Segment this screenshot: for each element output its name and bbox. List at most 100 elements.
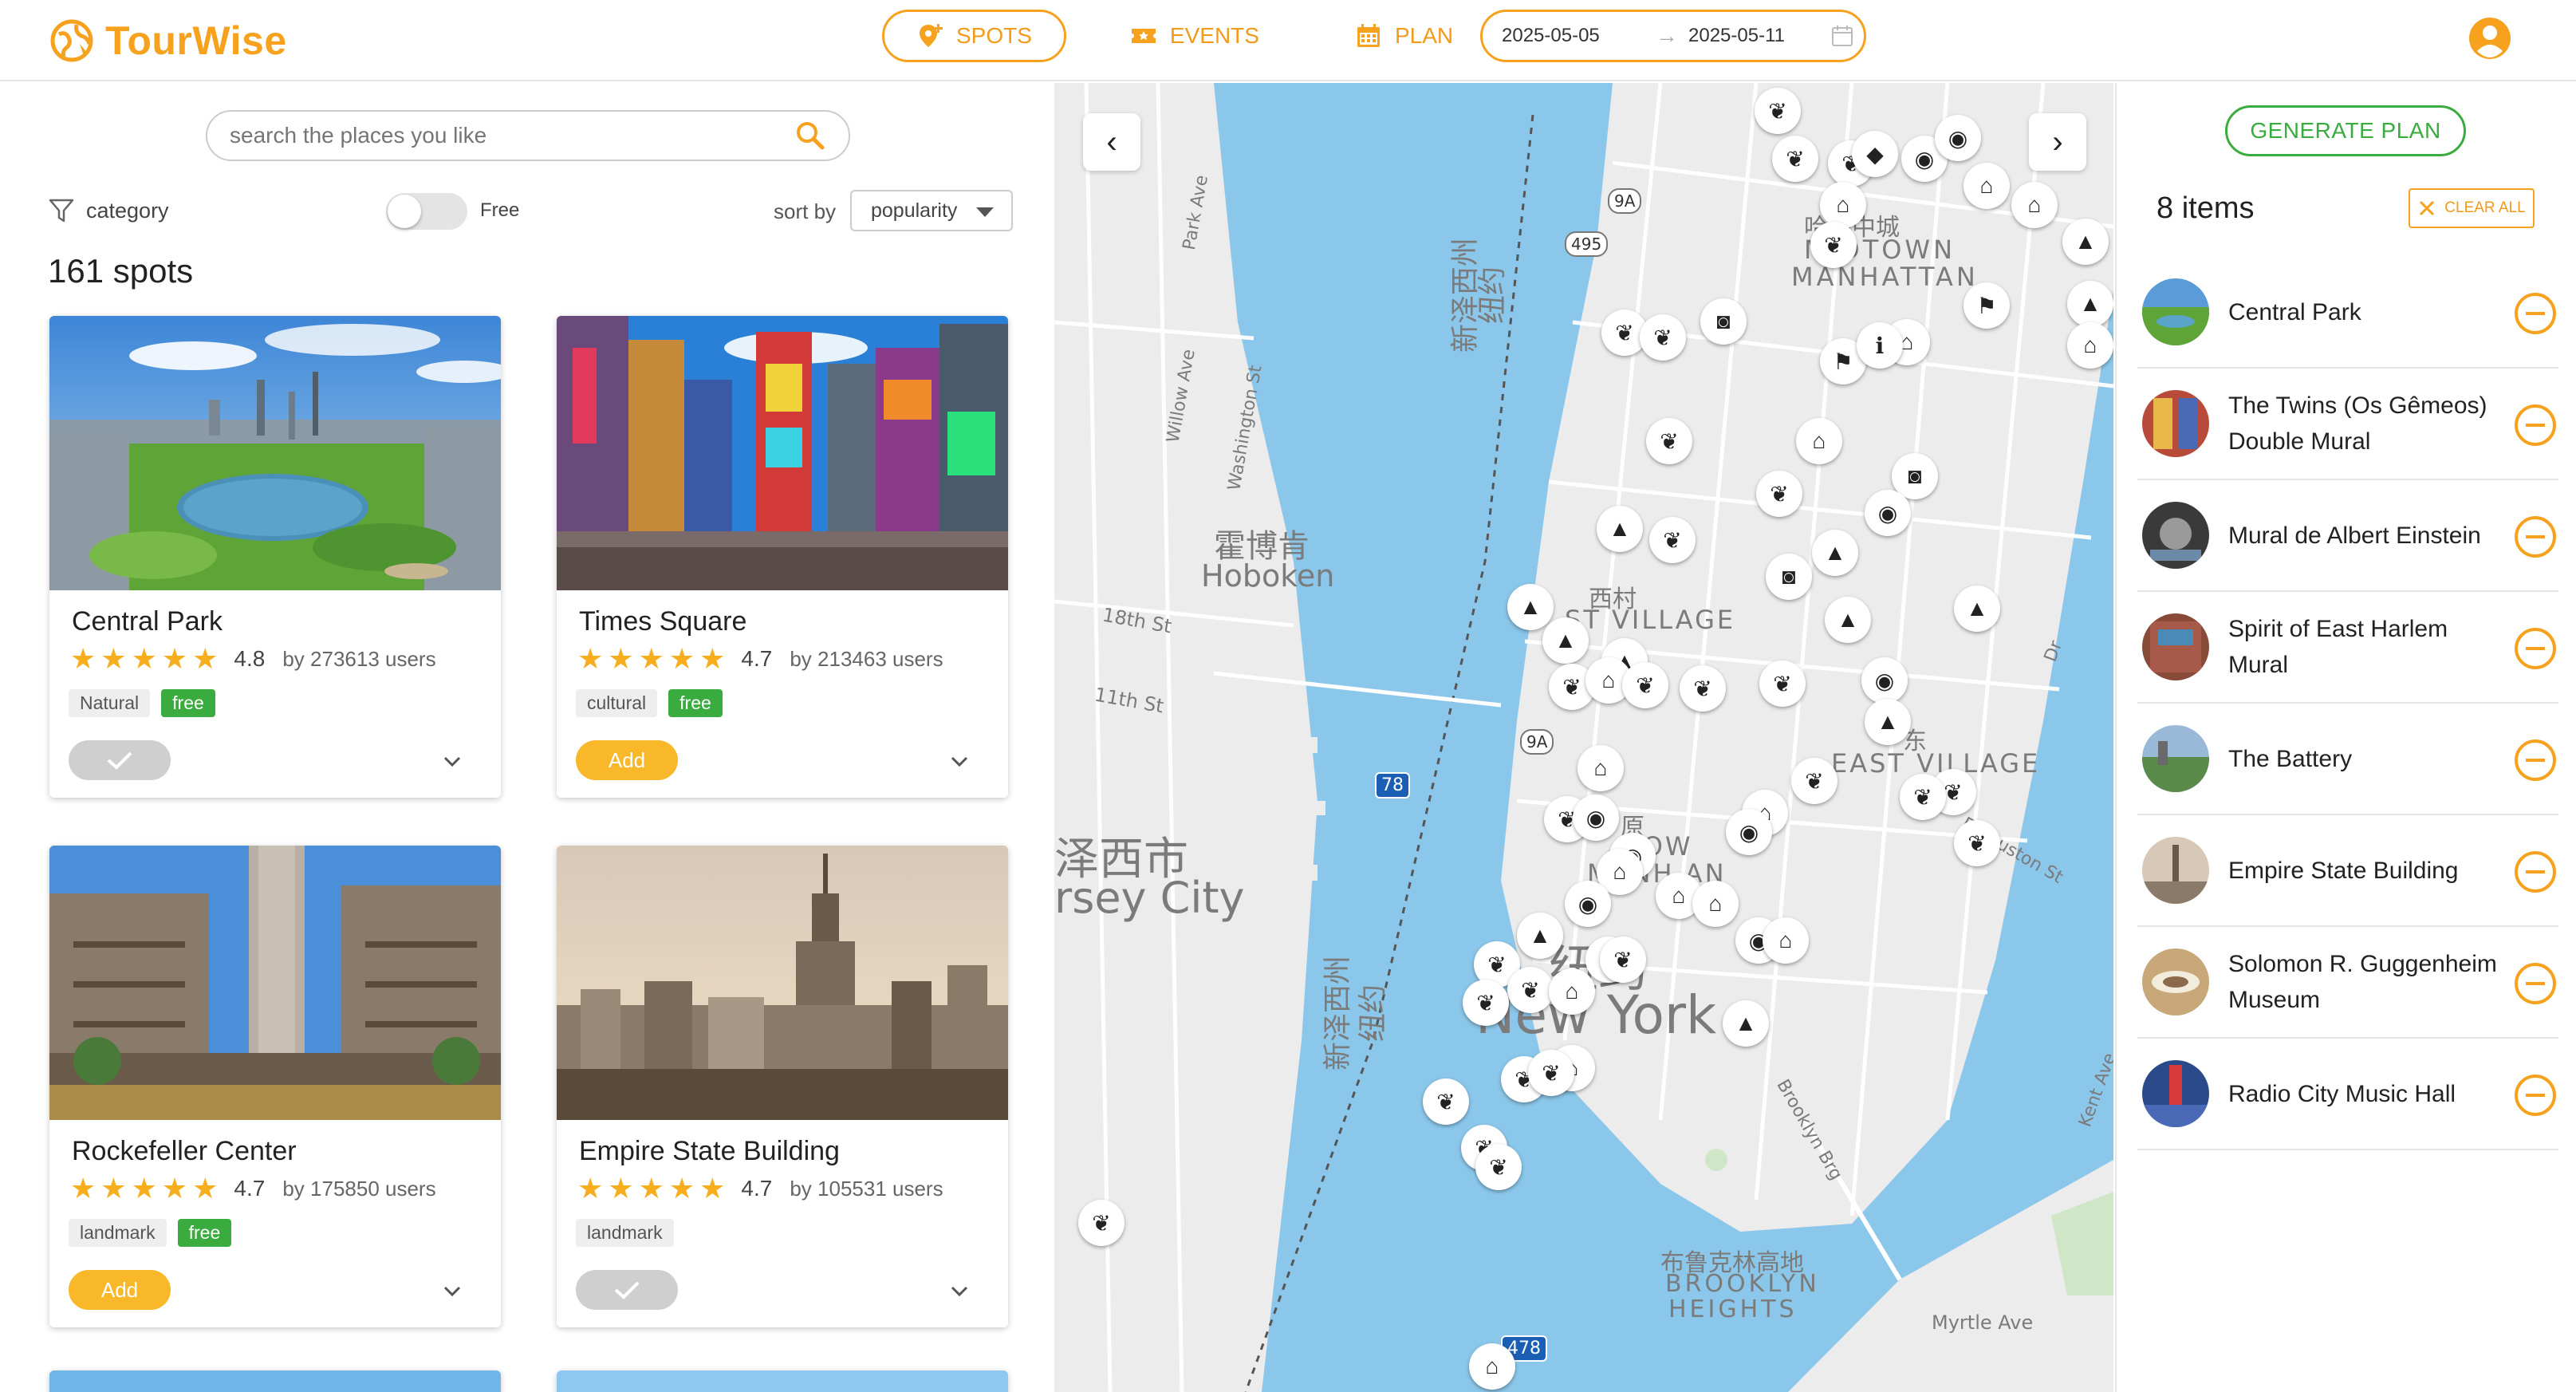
map-prev-button[interactable]: ‹	[1083, 113, 1140, 171]
map-marker-museum-icon[interactable]: ⌂	[1796, 418, 1842, 464]
search-icon[interactable]	[794, 120, 826, 152]
generate-plan-button[interactable]: GENERATE PLAN	[2225, 105, 2466, 156]
clear-all-button[interactable]: CLEAR ALL	[2409, 188, 2535, 228]
user-avatar-icon[interactable]	[2468, 16, 2512, 61]
map-marker-art-icon[interactable]: ❦	[1646, 418, 1692, 464]
map-marker-art-icon[interactable]: ❦	[1900, 774, 1946, 820]
tab-events[interactable]: EVENTS	[1098, 10, 1291, 62]
tab-spots[interactable]: SPOTS	[882, 10, 1066, 62]
map-marker-palette-icon[interactable]: ◉	[1573, 795, 1619, 841]
remove-circle-icon[interactable]	[2514, 850, 2557, 893]
map-marker-tree-icon[interactable]: ▲	[1507, 584, 1554, 630]
list-item[interactable]: Radio City Music Hall	[2137, 1039, 2558, 1150]
map-marker-tree-icon[interactable]: ▲	[1865, 699, 1911, 745]
map-marker-tree-icon[interactable]: ▲	[1812, 530, 1858, 576]
remove-circle-icon[interactable]	[2514, 962, 2557, 1005]
map-marker-info-icon[interactable]: ℹ	[1857, 322, 1903, 369]
map-marker-art-icon[interactable]: ❦	[1755, 88, 1801, 134]
map-marker-game-icon[interactable]: ◙	[1766, 554, 1812, 600]
chevron-down-icon[interactable]	[947, 753, 971, 771]
map-marker-palette-icon[interactable]: ◉	[1861, 657, 1908, 704]
search-bar[interactable]	[206, 110, 850, 161]
list-item[interactable]: Mural de Albert Einstein	[2137, 480, 2558, 592]
logo[interactable]: TourWise	[48, 13, 287, 69]
map-marker-art-icon[interactable]: ❦	[1423, 1079, 1469, 1125]
map-marker-art-icon[interactable]: ❦	[1475, 1144, 1522, 1190]
map-marker-museum-icon[interactable]: ⌂	[1692, 881, 1739, 927]
map-marker-museum-icon[interactable]: ⌂	[1763, 917, 1809, 964]
map-marker-art-icon[interactable]: ❦	[1649, 517, 1696, 563]
map-marker-museum-icon[interactable]: ⌂	[2011, 182, 2058, 228]
map-view[interactable]: ‹ › 霍博肯 Hoboken 哈顿中城 MIDTOWN MANHATTAN 西…	[1054, 83, 2113, 1392]
free-toggle[interactable]	[386, 193, 467, 230]
map-marker-flag-icon[interactable]: ⚑	[1964, 282, 2010, 329]
date-end[interactable]: 2025-05-11	[1688, 25, 1824, 47]
chevron-down-icon[interactable]	[440, 1283, 464, 1300]
map-marker-art-icon[interactable]: ❦	[1463, 980, 1509, 1026]
tab-plan[interactable]: PLAN	[1323, 10, 1485, 62]
spot-card[interactable]: Times Square ★ ★ ★ ★ ★ 4.7 by 213463 users c…	[557, 316, 1008, 798]
spot-card-partial[interactable]	[557, 1370, 1008, 1392]
chevron-down-icon[interactable]	[440, 753, 464, 771]
spot-card-partial[interactable]	[49, 1370, 501, 1392]
chevron-down-icon[interactable]	[947, 1283, 971, 1300]
map-marker-art-icon[interactable]: ❦	[1600, 937, 1646, 983]
list-item[interactable]: Empire State Building	[2137, 815, 2558, 927]
map-next-button[interactable]: ›	[2029, 113, 2086, 171]
calendar-outline-icon[interactable]	[1830, 24, 1854, 48]
map-marker-art-icon[interactable]: ❦	[1507, 967, 1554, 1013]
map-marker-tree-icon[interactable]: ▲	[2062, 219, 2109, 265]
map-marker-art-icon[interactable]: ❦	[1528, 1050, 1574, 1096]
map-marker-tree-icon[interactable]: ▲	[1825, 597, 1871, 643]
remove-circle-icon[interactable]	[2514, 404, 2557, 447]
map-marker-palette-icon[interactable]: ◉	[1865, 490, 1911, 536]
list-item[interactable]: Solomon R. Guggenheim Museum	[2137, 927, 2558, 1039]
map-marker-tree-icon[interactable]: ▲	[1517, 913, 1563, 959]
map-marker-art-icon[interactable]: ❦	[1791, 758, 1837, 804]
map-marker-museum-icon[interactable]: ⌂	[1964, 163, 2010, 209]
remove-circle-icon[interactable]	[2514, 515, 2557, 558]
spot-card[interactable]: Central Park ★ ★ ★ ★ ★ 4.8 by 273613 users N…	[49, 316, 501, 798]
search-input[interactable]	[230, 123, 794, 148]
map-marker-museum-icon[interactable]: ⌂	[1578, 745, 1624, 791]
date-range-picker[interactable]: 2025-05-05 → 2025-05-11	[1480, 10, 1866, 62]
category-filter[interactable]: category	[48, 197, 169, 224]
map-marker-art-icon[interactable]: ❦	[1772, 136, 1818, 182]
map-marker-museum-icon[interactable]: ⌂	[2067, 322, 2113, 369]
add-button[interactable]: Add	[576, 740, 678, 780]
spot-card[interactable]: Rockefeller Center ★ ★ ★ ★ ★ 4.7 by 175850 u…	[49, 846, 501, 1327]
map-marker-art-icon[interactable]: ❦	[1680, 665, 1726, 712]
map-marker-tree-icon[interactable]: ▲	[1723, 1000, 1769, 1047]
map-marker-art-icon[interactable]: ❦	[1954, 820, 2000, 866]
map-marker-tree-icon[interactable]: ▲	[1954, 586, 2000, 632]
remove-circle-icon[interactable]	[2514, 292, 2557, 335]
map-marker-art-icon[interactable]: ❦	[1810, 222, 1857, 268]
added-button[interactable]	[576, 1270, 678, 1310]
map-marker-museum-icon[interactable]: ⌂	[1549, 968, 1595, 1015]
map-marker-art-icon[interactable]: ❦	[1078, 1200, 1125, 1246]
remove-circle-icon[interactable]	[2514, 627, 2557, 670]
map-marker-art-icon[interactable]: ❦	[1640, 314, 1686, 361]
list-item[interactable]: Spirit of East Harlem Mural	[2137, 592, 2558, 704]
map-marker-tree-icon[interactable]: ▲	[1597, 506, 1643, 552]
map-marker-museum-icon[interactable]: ⌂	[1469, 1343, 1515, 1390]
sort-select[interactable]: popularity	[850, 190, 1013, 231]
list-item[interactable]: The Battery	[2137, 704, 2558, 815]
map-marker-art-icon[interactable]: ❦	[1759, 661, 1806, 707]
map-marker-art-icon[interactable]: ❦	[1622, 662, 1668, 708]
date-start[interactable]: 2025-05-05	[1502, 25, 1645, 47]
map-marker-art-icon[interactable]: ❦	[1756, 471, 1802, 517]
map-marker-game-icon[interactable]: ◙	[1700, 298, 1747, 345]
remove-circle-icon[interactable]	[2514, 739, 2557, 782]
map-marker-tree-icon[interactable]: ▲	[2067, 281, 2113, 327]
map-marker-museum-icon[interactable]: ⌂	[1820, 182, 1866, 228]
map-marker-palette-icon[interactable]: ◉	[1565, 881, 1611, 927]
map-marker-tree-icon[interactable]: ▲	[1542, 617, 1589, 664]
map-marker-palette-icon[interactable]: ◉	[1935, 115, 1981, 161]
list-item[interactable]: The Twins (Os Gêmeos) Double Mural	[2137, 369, 2558, 480]
spot-card[interactable]: Empire State Building ★ ★ ★ ★ ★ 4.7 by 10553…	[557, 846, 1008, 1327]
added-button[interactable]	[69, 740, 171, 780]
remove-circle-icon[interactable]	[2514, 1074, 2557, 1117]
map-marker-palette-icon[interactable]: ◉	[1726, 809, 1772, 855]
add-button[interactable]: Add	[69, 1270, 171, 1310]
